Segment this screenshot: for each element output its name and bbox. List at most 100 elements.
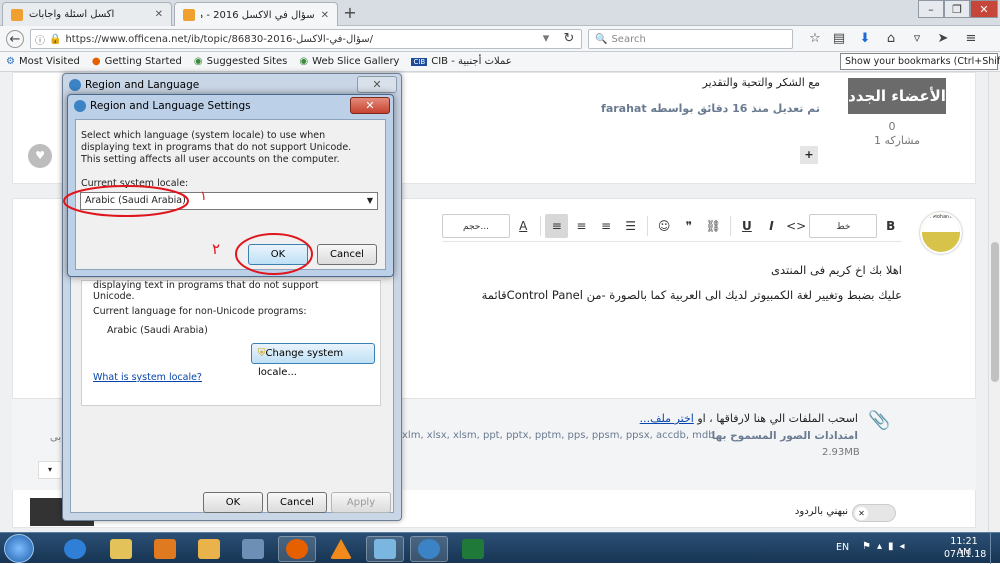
dropdown-arrow-icon[interactable]: ▾ <box>537 30 555 48</box>
align-left-icon[interactable]: ≡ <box>595 214 618 238</box>
choose-file-link[interactable]: اختر ملف... <box>640 412 694 425</box>
tray-icons[interactable]: ⚑▴▮◂ <box>862 541 911 552</box>
toolbar-divider <box>729 215 731 236</box>
search-input[interactable]: 🔍 Search <box>588 29 793 49</box>
back-arrow-icon[interactable]: ← <box>6 30 24 48</box>
ie-taskbar-icon[interactable] <box>56 536 94 562</box>
non-unicode-value: Arabic (Saudi Arabia) <box>107 325 208 336</box>
vlc-taskbar-icon[interactable] <box>322 536 360 562</box>
editor-line-1[interactable]: اهلا بك اخ كريم فى المنتدى <box>600 263 902 277</box>
media-player-taskbar-icon[interactable] <box>146 536 184 562</box>
control-panel-icon <box>374 539 396 559</box>
bookmark-most-visited[interactable]: ⚙ Most Visited <box>6 56 80 67</box>
tab-excel-qa[interactable]: اكسل اسئلة واجابات ✕ <box>2 2 172 26</box>
bookmark-icon: ⚙ <box>6 56 15 67</box>
style-select[interactable]: حجم... <box>442 213 510 238</box>
dropdown-caret-icon[interactable]: ▾ <box>38 461 62 479</box>
what-is-locale-link[interactable]: What is system locale? <box>93 372 202 383</box>
close-window-button[interactable]: ✕ <box>970 0 998 18</box>
bookmark-getting-started[interactable]: ● Getting Started <box>92 56 182 67</box>
text-color-icon[interactable]: A <box>512 214 535 238</box>
cib-badge: CIB <box>411 57 428 66</box>
italic-icon[interactable]: I <box>760 214 783 238</box>
link-icon[interactable]: ⛓ <box>702 214 725 238</box>
lock-icon: 🔒 <box>49 33 62 45</box>
send-icon[interactable]: ➤ <box>934 30 952 48</box>
scrollbar-thumb[interactable] <box>991 242 999 382</box>
annotation-overlay <box>63 185 313 275</box>
bullet-list-icon[interactable]: ☰ <box>619 214 642 238</box>
post-edited-text: تم تعديل منذ 16 دقائق بواسطه farahat <box>601 102 820 115</box>
explorer-taskbar-icon[interactable] <box>102 536 140 562</box>
new-tab-button[interactable]: + <box>339 3 361 23</box>
folder-icon <box>110 539 132 559</box>
firefox-taskbar-icon[interactable] <box>278 536 316 562</box>
dialog-ok-button[interactable]: OK <box>203 492 263 513</box>
ie-icon: ◉ <box>299 56 309 67</box>
attach-size: 2.93MB <box>822 447 860 458</box>
ie-icon: ◉ <box>193 56 203 67</box>
close-tab-icon[interactable]: ✕ <box>321 10 329 21</box>
underline-icon[interactable]: U <box>736 214 759 238</box>
like-heart-icon[interactable]: ♥ <box>28 144 52 168</box>
tab-bar: اكسل اسئلة واجابات ✕ سؤال في الاكسل 2016… <box>0 0 1000 27</box>
toggle-x-icon: ✕ <box>855 507 868 520</box>
home-icon[interactable]: ⌂ <box>882 30 900 48</box>
app-icon <box>198 539 220 559</box>
app-icon <box>242 539 264 559</box>
page-scrollbar[interactable] <box>988 72 1000 532</box>
post-count: 1 مشاركه <box>873 134 920 147</box>
reading-list-icon[interactable]: ▤ <box>830 30 848 48</box>
region-taskbar-icon[interactable] <box>410 536 448 562</box>
start-button[interactable] <box>4 534 34 563</box>
emoji-icon[interactable]: ☺ <box>653 214 676 238</box>
annotation-number-2: ٢ <box>212 240 221 258</box>
globe-icon <box>418 539 440 559</box>
bold-icon[interactable]: B <box>879 214 902 238</box>
info-icon[interactable]: ⓘ <box>35 32 45 47</box>
minimize-button[interactable]: – <box>918 0 944 18</box>
reload-icon[interactable]: ↻ <box>560 30 578 48</box>
site-favicon-icon <box>11 8 23 21</box>
code-icon[interactable]: <> <box>785 214 808 238</box>
dialog-close-button[interactable]: ✕ <box>350 97 390 114</box>
clock-date[interactable]: 07.11.18 <box>944 549 986 560</box>
language-indicator[interactable]: EN <box>836 542 849 553</box>
url-bar[interactable]: ⓘ 🔒 https://www.officena.net/ib/topic/86… <box>30 29 582 49</box>
bookmark-star-icon[interactable]: ☆ <box>806 30 824 48</box>
firefox-icon <box>286 539 308 559</box>
menu-icon[interactable]: ≡ <box>962 30 980 48</box>
editor-line-2[interactable]: عليك بضبط وتغيير لغة الكمبيوتر لديك الى … <box>440 288 902 302</box>
tab-current-topic[interactable]: سؤال في الاكسل 2016 - منتدى الاكـ... ✕ <box>174 2 338 27</box>
pocket-icon[interactable]: ▿ <box>908 30 926 48</box>
dialog-close-button[interactable]: ✕ <box>357 76 397 93</box>
download-icon[interactable]: ⬇ <box>856 30 874 48</box>
quote-icon[interactable]: ❞ <box>677 214 700 238</box>
app2-taskbar-icon[interactable] <box>234 536 272 562</box>
dialog-apply-button[interactable]: Apply <box>331 492 391 513</box>
bookmark-web-slice-gallery[interactable]: ◉ Web Slice Gallery <box>299 56 399 67</box>
toolbar-divider <box>646 215 648 236</box>
notify-toggle[interactable]: ✕ <box>852 504 896 522</box>
bookmark-cib[interactable]: CIB CIB - عملات أجنبية <box>411 56 512 67</box>
non-unicode-label: Current language for non-Unicode program… <box>93 306 307 317</box>
bookmark-suggested-sites[interactable]: ◉ Suggested Sites <box>194 56 288 67</box>
dialog-cancel-button[interactable]: Cancel <box>267 492 327 513</box>
align-center-icon[interactable]: ≡ <box>570 214 593 238</box>
excel-icon <box>462 539 484 559</box>
change-system-locale-button[interactable]: ⛨Change system locale... <box>251 343 375 378</box>
windows-taskbar: EN ⚑▴▮◂ 11:21 AM 07.11.18 <box>0 532 1000 564</box>
url-text: https://www.officena.net/ib/topic/86830-… <box>65 33 374 45</box>
align-right-icon[interactable]: ≡ <box>545 213 569 238</box>
font-select[interactable]: خط <box>809 213 878 238</box>
avatar-caption: Ali Mohamed <box>922 214 960 232</box>
quote-plus-button[interactable]: + <box>800 146 818 164</box>
control-panel-taskbar-icon[interactable] <box>366 536 404 562</box>
media-icon <box>154 539 176 559</box>
search-placeholder: Search <box>611 33 646 45</box>
excel-taskbar-icon[interactable] <box>454 536 492 562</box>
maximize-button[interactable]: ❐ <box>944 0 970 18</box>
app-taskbar-icon[interactable] <box>190 536 228 562</box>
show-desktop-button[interactable] <box>990 533 1000 564</box>
close-tab-icon[interactable]: ✕ <box>155 9 163 20</box>
